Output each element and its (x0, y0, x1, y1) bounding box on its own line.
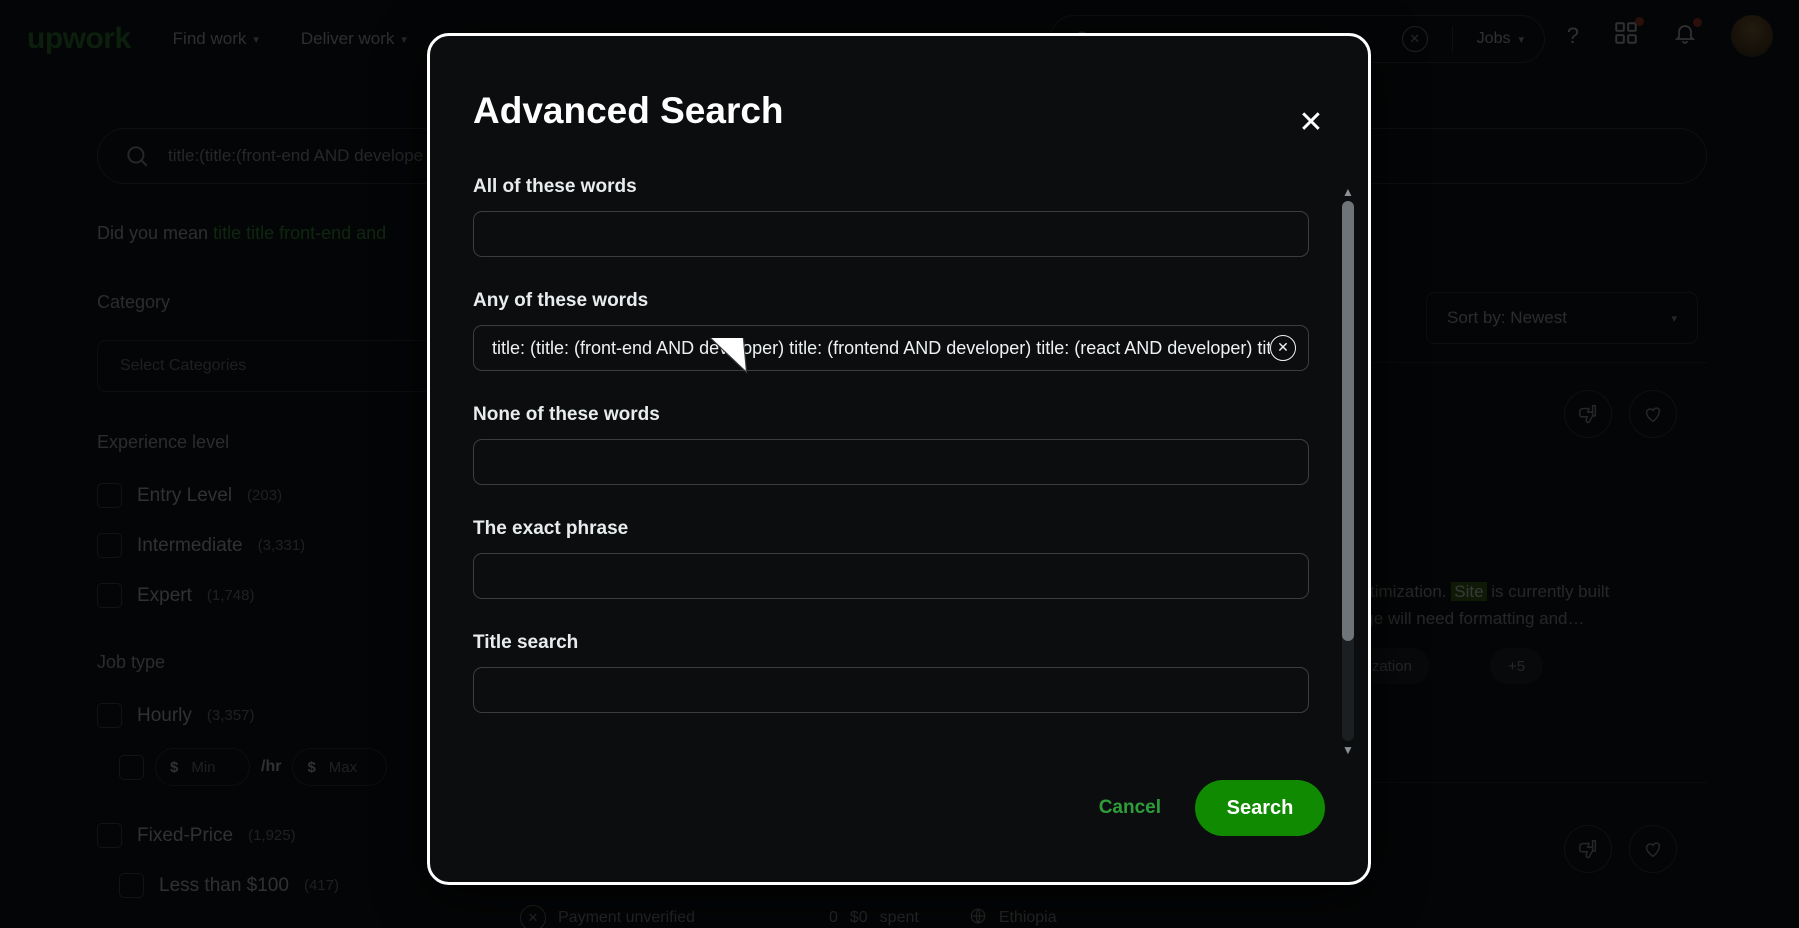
close-icon[interactable]: ✕ (1294, 108, 1328, 142)
dialog-title: Advanced Search (473, 90, 784, 131)
field-title-search: Title search (473, 632, 1353, 713)
title-search-input[interactable] (473, 667, 1309, 713)
field-the-exact-phrase: The exact phrase (473, 518, 1353, 599)
dialog-footer: Cancel Search (430, 780, 1368, 836)
field-label: None of these words (473, 404, 660, 425)
scroll-up-icon[interactable]: ▲ (1342, 186, 1354, 198)
mouse-cursor (700, 338, 748, 374)
advanced-search-dialog: Advanced Search ✕ All of these words Any… (427, 33, 1371, 885)
screen: upwork Find work ▾ Deliver work ▾ ope ✕ … (0, 0, 1799, 928)
dialog-form-scroll-area: All of these words Any of these words ti… (430, 176, 1368, 766)
field-value: title: (title: (front-end AND developer)… (492, 337, 1270, 358)
dialog-scrollbar[interactable]: ▲ ▼ (1341, 186, 1355, 756)
field-label: Title search (473, 632, 579, 653)
all-words-input[interactable] (473, 211, 1309, 257)
field-all-of-these-words: All of these words (473, 176, 1353, 257)
field-label: The exact phrase (473, 518, 629, 539)
field-none-of-these-words: None of these words (473, 404, 1353, 485)
field-any-of-these-words: Any of these words title: (title: (front… (473, 290, 1353, 371)
scrollbar-track[interactable] (1342, 201, 1354, 741)
cancel-button[interactable]: Cancel (1099, 797, 1161, 819)
search-button[interactable]: Search (1195, 780, 1325, 836)
field-label: All of these words (473, 176, 637, 197)
clear-icon[interactable]: ✕ (1270, 335, 1296, 361)
none-words-input[interactable] (473, 439, 1309, 485)
exact-phrase-input[interactable] (473, 553, 1309, 599)
field-label: Any of these words (473, 290, 649, 311)
scroll-down-icon[interactable]: ▼ (1342, 744, 1354, 756)
scrollbar-thumb[interactable] (1342, 201, 1354, 641)
any-words-input[interactable]: title: (title: (front-end AND developer)… (473, 325, 1309, 371)
